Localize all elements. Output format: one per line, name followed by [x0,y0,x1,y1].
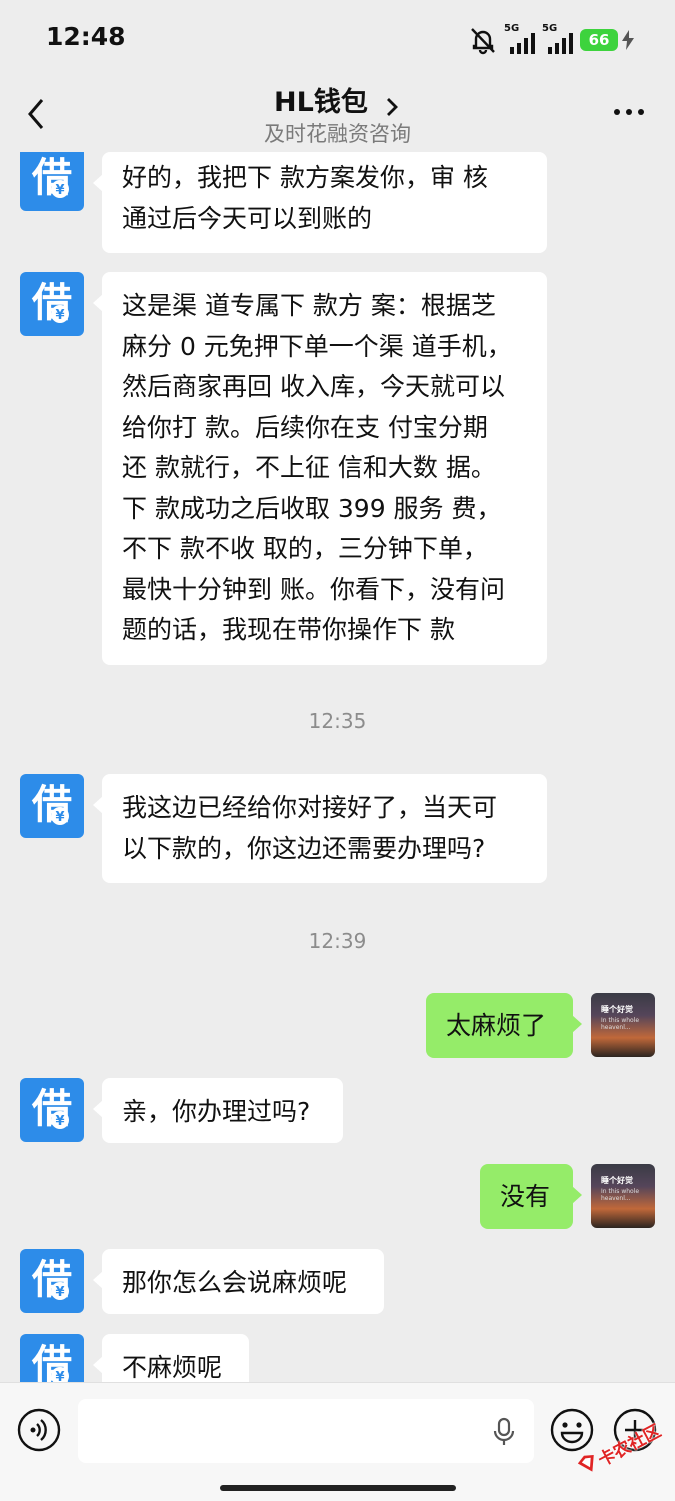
bot-avatar[interactable]: 借 ¥ [20,1334,84,1382]
message-line: 不下 款不收 取的，三分钟下单， [122,534,488,563]
user-avatar[interactable]: 睡个好觉 In this whole heavenl... [591,993,655,1057]
message-text: 不麻烦呢 [122,1353,223,1382]
bot-avatar[interactable]: 借 ¥ [20,272,84,336]
bot-avatar[interactable]: 借 ¥ [20,1078,84,1142]
message-bubble[interactable]: 亲，你办理过吗? [93,1078,343,1143]
chat-subtitle: 及时花融资咨询 [264,122,411,146]
message-bubble[interactable]: 我这边已经给你对接好了，当天可 以下款的，你这边还需要办理吗? [93,774,547,883]
message-text: 没有 [500,1182,551,1211]
message-line: 下 款成功之后收取 399 服务 费， [122,493,502,523]
avatar-caption-line: In this whole [601,1188,640,1195]
message-input[interactable] [78,1399,534,1463]
avatar-caption-line: In this whole [601,1017,640,1024]
status-bar: 12:48 5G 5G 66 [0,0,675,80]
avatar-caption: In this whole heavenl... [601,1188,639,1202]
message-line: 这是渠 道专属下 款方 案：根据芝 [122,291,496,320]
svg-text:¥: ¥ [55,1370,64,1382]
time-divider: 12:39 [308,929,367,953]
message-bubble[interactable]: 好的，我把下 款方案发你，审 核 通过后今天可以到账的 [93,152,547,253]
message-bubble[interactable]: 不麻烦呢 [93,1334,249,1382]
message-text: 亲，你办理过吗? [122,1097,311,1126]
bot-avatar[interactable]: 借 ¥ [20,774,84,838]
bot-avatar[interactable]: 借 ¥ [20,1249,84,1313]
svg-text:¥: ¥ [55,810,64,825]
message-text: 那你怎么会说麻烦呢 [122,1268,348,1297]
avatar-caption: 睡个好觉 [601,1176,633,1185]
message-line: 通过后今天可以到账的 [122,203,373,233]
message-line: 以下款的，你这边还需要办理吗? [122,833,486,863]
message-text: 太麻烦了 [446,1011,547,1040]
signal-icon: 5G [542,23,574,55]
avatar-caption: 睡个好觉 [601,1005,633,1014]
message-line: 给你打 款。后续你在支 付宝分期 [122,412,488,442]
bell-off-icon [471,28,495,55]
message-bubble[interactable]: 这是渠 道专属下 款方 案：根据芝 麻分 0 元免押下单一个渠 道手机， 然后商… [93,272,547,665]
message-bubble[interactable]: 没有 [480,1164,582,1229]
message-bubble[interactable]: 太麻烦了 [426,993,582,1058]
voice-icon[interactable] [17,1408,61,1452]
chat-messages[interactable]: 借 ¥ 好的，我把下 款方案发你，审 核 通过后今天可以到账的 借 ¥ 这是渠 … [0,152,675,1382]
mic-icon[interactable] [492,1417,516,1447]
more-icon[interactable] [613,106,645,118]
svg-text:¥: ¥ [55,308,64,323]
avatar-caption: In this whole heavenl... [601,1017,639,1031]
loan-logo-icon: 借 ¥ [31,782,72,828]
avatar-caption-line: heavenl... [601,1024,631,1031]
watermark-text: 卡农社区 [595,1421,665,1471]
message-line: 题的话，我现在带你操作下 款 [122,615,455,644]
chat-header: HL钱包 及时花融资咨询 [0,80,675,152]
chat-title-button[interactable]: HL钱包 [0,80,675,119]
status-icons: 5G 5G 66 [468,23,635,56]
battery-level: 66 [580,29,618,51]
message-bubble[interactable]: 那你怎么会说麻烦呢 [93,1249,384,1314]
loan-logo-icon: 借 ¥ [31,280,72,326]
svg-text:¥: ¥ [55,1285,64,1300]
message-line: 我这边已经给你对接好了，当天可 [122,793,498,822]
loan-logo-icon: 借 ¥ [31,1342,72,1382]
chat-title: HL钱包 [274,87,368,118]
loan-logo-icon: 借 ¥ [31,1257,72,1303]
user-avatar[interactable]: 睡个好觉 In this whole heavenl... [591,1164,655,1228]
avatar-caption-line: heavenl... [601,1195,631,1202]
svg-text:¥: ¥ [55,183,64,198]
home-indicator[interactable] [220,1485,456,1491]
message-line: 最快十分钟到 账。你看下，没有问 [122,574,505,604]
status-time: 12:48 [46,22,126,51]
battery-icon: 66 [580,29,635,51]
signal-icon: 5G [504,23,536,55]
loan-logo-icon: 借 ¥ [31,155,72,201]
message-line: 然后商家再回 收入库，今天就可以 [122,372,505,401]
charging-icon [622,30,634,50]
chevron-right-icon [386,97,398,116]
bot-avatar[interactable]: 借 ¥ [20,152,84,211]
loan-logo-icon: 借 ¥ [31,1086,72,1132]
message-line: 还 款就行，不上征 信和大数 据。 [122,453,496,482]
svg-text:¥: ¥ [55,1114,64,1129]
message-line: 好的，我把下 款方案发你，审 核 [122,163,488,192]
message-line: 麻分 0 元免押下单一个渠 道手机， [122,331,512,361]
time-divider: 12:35 [308,709,367,733]
